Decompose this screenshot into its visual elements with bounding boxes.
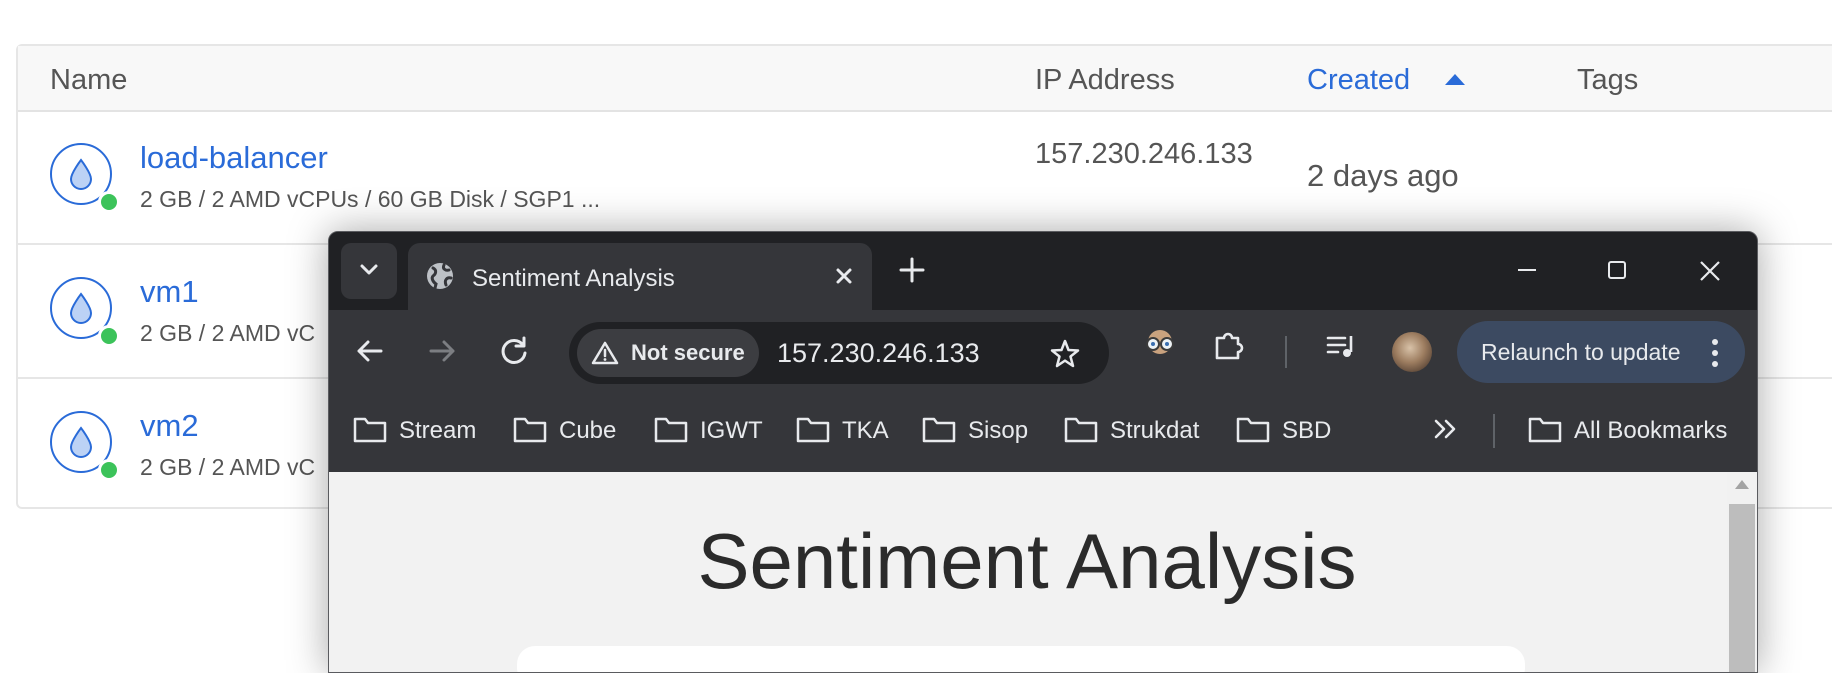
column-header-created[interactable]: Created [1307,64,1410,97]
close-tab-icon[interactable] [828,260,860,292]
security-indicator[interactable]: Not secure [577,329,759,377]
folder-icon [922,417,956,443]
chevron-down-icon [360,264,378,275]
folder-icon [654,417,688,443]
table-row: load-balancer 2 GB / 2 AMD vCPUs / 60 GB… [18,110,1832,245]
security-label: Not secure [631,340,745,365]
bookmarks-divider [1493,414,1495,448]
droplet-created: 2 days ago [1307,158,1459,193]
more-vert-icon[interactable] [1711,338,1719,368]
scrollbar-thumb[interactable] [1729,504,1755,672]
maximize-button[interactable] [1597,250,1637,290]
folder-icon [1528,417,1562,443]
relaunch-button[interactable]: Relaunch to update [1457,321,1745,383]
tab-title: Sentiment Analysis [472,265,675,292]
column-header-tags[interactable]: Tags [1577,64,1638,97]
minimize-icon [1518,269,1536,271]
folder-icon [1064,417,1098,443]
droplet-name-link[interactable]: vm2 [140,408,199,444]
url-text[interactable]: 157.230.246.133 [777,338,980,369]
droplet-ip: 157.230.246.133 [1035,138,1253,170]
close-icon [1700,261,1720,281]
scroll-up-icon[interactable] [1735,480,1749,489]
column-header-name[interactable]: Name [50,64,127,97]
status-online-indicator [98,191,120,213]
vertical-scrollbar[interactable] [1727,472,1757,672]
browser-window: Sentiment Analysis Not secure 157.230.24… [328,231,1758,673]
sort-ascending-icon[interactable] [1445,74,1465,85]
maximize-icon [1608,261,1626,279]
reload-icon[interactable] [497,334,531,368]
browser-tab[interactable]: Sentiment Analysis [408,243,872,310]
forward-arrow-icon[interactable] [425,334,459,368]
page-heading: Sentiment Analysis [697,517,1357,605]
folder-icon [513,417,547,443]
media-control-icon[interactable] [1325,330,1359,364]
profile-avatar[interactable] [1392,332,1432,372]
status-online-indicator [98,325,120,347]
relaunch-label: Relaunch to update [1481,339,1681,365]
droplet-spec: 2 GB / 2 AMD vC [140,320,316,346]
table-header: Name IP Address Created Tags [18,46,1832,112]
back-arrow-icon[interactable] [353,334,387,368]
status-online-indicator [98,459,120,481]
close-window-button[interactable] [1689,250,1729,290]
droplet-name-link[interactable]: vm1 [140,274,199,310]
toolbar-divider [1285,336,1287,368]
new-tab-icon[interactable] [896,254,928,286]
droplet-spec: 2 GB / 2 AMD vC [140,454,316,480]
address-bar[interactable]: Not secure 157.230.246.133 [569,322,1109,384]
column-header-ip[interactable]: IP Address [1035,64,1175,97]
warning-icon [591,341,619,365]
tab-search-button[interactable] [341,243,397,299]
droplet-spec: 2 GB / 2 AMD vCPUs / 60 GB Disk / SGP1 .… [140,186,601,212]
folder-icon [353,417,387,443]
title-bar: Sentiment Analysis [329,232,1757,310]
folder-icon [1236,417,1270,443]
extensions-puzzle-icon[interactable] [1211,328,1245,362]
extension-glasses-icon[interactable] [1142,329,1178,359]
droplet-name-link[interactable]: load-balancer [140,140,328,176]
page-content-card [517,646,1525,672]
folder-icon [796,417,830,443]
browser-toolbar: Not secure 157.230.246.133 Relaunch to u… [329,310,1757,392]
bookmarks-bar: Stream Cube IGWT TKA Sisop Strukdat SBD [329,392,1757,468]
bookmark-star-icon[interactable] [1049,338,1081,370]
chevron-double-right-icon[interactable] [1433,418,1459,440]
page-viewport: Sentiment Analysis [329,472,1757,672]
minimize-button[interactable] [1507,250,1547,290]
globe-icon [427,263,453,290]
